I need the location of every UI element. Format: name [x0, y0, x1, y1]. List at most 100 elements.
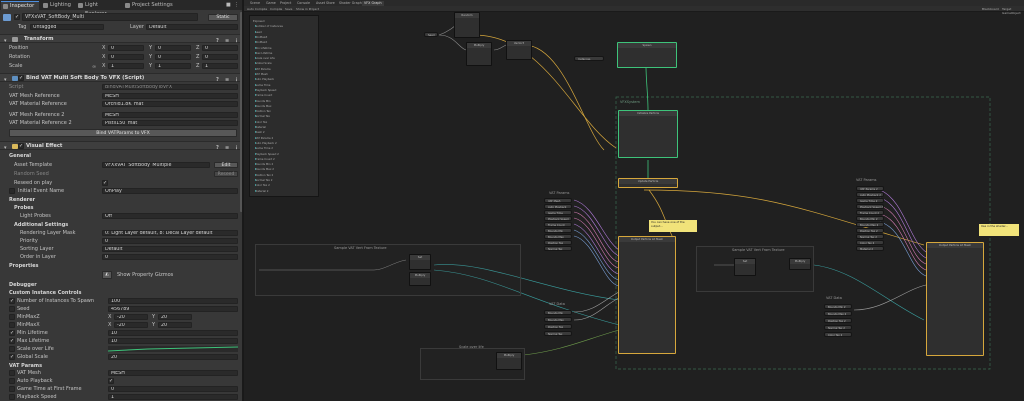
num-instances-override[interactable]	[9, 297, 15, 305]
property-pill[interactable]: Auto Playback	[544, 204, 572, 209]
scale-multiply-node[interactable]: Multiply	[496, 352, 522, 370]
playback-speed-field[interactable]: 1	[108, 394, 238, 400]
property-pill[interactable]: Bounds Max	[544, 317, 572, 322]
compile-button[interactable]: Compile	[270, 7, 282, 11]
property-pill[interactable]: Playback Speed	[544, 216, 572, 221]
blackboard-property[interactable]: Normal Tex	[255, 114, 317, 118]
custom-instance-controls-section[interactable]: Custom Instance Controls	[9, 289, 81, 297]
transform-header[interactable]: ▾ Transform ? ≡ ⋮	[0, 34, 242, 44]
vat-mesh-ref2-field[interactable]: MESH	[102, 112, 238, 118]
property-pill[interactable]: Auto Playback 2	[856, 192, 884, 197]
property-pill[interactable]: Frame Count 2	[856, 210, 884, 215]
minmaxz-y[interactable]: 20	[158, 314, 192, 320]
property-pill[interactable]: Frame Count	[544, 222, 572, 227]
property-pill[interactable]: Game Time	[544, 210, 572, 215]
playback-speed-override[interactable]	[9, 394, 15, 400]
renderer-section[interactable]: Renderer	[9, 196, 35, 204]
num-instances-field[interactable]: 100	[108, 298, 238, 304]
property-pill-seed[interactable]: Seed	[424, 32, 438, 37]
vat-mat-ref-field[interactable]: Orchid1.8K_mat	[102, 101, 238, 107]
blackboard-property[interactable]: Frame Count	[255, 93, 317, 97]
rotation-y[interactable]: 0	[155, 54, 191, 60]
rotation-z[interactable]: 0	[202, 54, 238, 60]
position-x[interactable]: 0	[108, 45, 144, 51]
vfx-enabled-checkbox[interactable]	[18, 142, 24, 151]
tab-light-explorer[interactable]: Light Explorer	[76, 1, 120, 17]
vat-mesh-field[interactable]: MESH	[108, 370, 238, 376]
reseed-on-play-checkbox[interactable]	[102, 179, 108, 187]
property-pill[interactable]: Bounds Min 2	[856, 216, 884, 221]
rotation-x[interactable]: 0	[108, 54, 144, 60]
debugger-section[interactable]: Debugger	[9, 281, 37, 289]
property-pill[interactable]: Position Tex	[544, 240, 572, 245]
minmaxx-y[interactable]: 20	[158, 322, 192, 328]
update-context-node[interactable]: Update Particle	[618, 178, 678, 188]
properties-section[interactable]: Properties	[9, 262, 38, 270]
active-checkbox[interactable]	[14, 13, 20, 21]
reseed-button[interactable]: Reseed	[214, 171, 238, 177]
sorting-layer-dropdown[interactable]: Default	[102, 246, 238, 252]
blackboard-property[interactable]: Bounds Min 2	[255, 162, 317, 166]
property-pill[interactable]: Normal Tex	[544, 331, 572, 336]
minmaxx-x[interactable]: -20	[114, 322, 148, 328]
game-time-field[interactable]: 0	[108, 386, 238, 392]
menu-icon[interactable]: ⋮	[234, 2, 239, 8]
property-pill[interactable]: VAT Params 2	[856, 186, 884, 191]
asset-template-field[interactable]: VFXxVAT_SoftBody_Multiple	[102, 162, 210, 168]
blackboard-property[interactable]: Mesh 2	[255, 130, 317, 134]
global-scale-field[interactable]: 20	[108, 354, 238, 360]
blackboard-property[interactable]: Bounds Min	[255, 99, 317, 103]
order-in-layer-field[interactable]: 0	[102, 254, 238, 260]
blackboard-property[interactable]: MinMaxZ	[255, 35, 317, 39]
minmaxx-override[interactable]	[9, 322, 15, 328]
position-y[interactable]: 0	[155, 45, 191, 51]
edit-button[interactable]: Edit	[214, 162, 238, 168]
sample-vat-group-left[interactable]	[255, 244, 521, 296]
property-pill[interactable]: Position Tex 2	[824, 318, 852, 323]
property-pill[interactable]: Normal Tex	[544, 246, 572, 251]
save-button[interactable]: Save	[285, 7, 292, 11]
initialize-context-node[interactable]: Initialize Particle	[618, 110, 678, 158]
blackboard-property[interactable]: Playback Speed	[255, 88, 317, 92]
blackboard-property[interactable]: Number of Instances	[255, 24, 317, 28]
auto-playback-override[interactable]	[9, 378, 15, 384]
sticky-note-2[interactable]: Use in the shader...	[979, 224, 1019, 236]
auto-compile-toggle[interactable]: Auto Compile	[247, 7, 267, 11]
vat-mesh-override[interactable]	[9, 370, 15, 376]
blackboard-property[interactable]: Bounds Max 2	[255, 167, 317, 171]
blackboard-property[interactable]: Game Time	[255, 83, 317, 87]
rendering-layer-mask-dropdown[interactable]: 0: Light Layer default, 8: Decal Layer d…	[102, 230, 238, 236]
script-enabled-checkbox[interactable]	[18, 74, 24, 83]
blackboard-property[interactable]: Position Tex	[255, 109, 317, 113]
blackboard-property[interactable]: VAT Params	[255, 67, 317, 71]
spawn-context-node[interactable]: Spawn	[617, 42, 677, 68]
property-pill[interactable]: Material 2	[856, 246, 884, 251]
scale-y[interactable]: 1	[155, 63, 191, 69]
property-pill[interactable]: Normal Tex 2	[824, 325, 852, 330]
blackboard-property[interactable]: Material	[255, 125, 317, 129]
blackboard-property[interactable]: Global Scale	[255, 61, 317, 65]
sample-node-right-a[interactable]: Set	[734, 258, 756, 276]
min-lifetime-override[interactable]	[9, 329, 15, 337]
blackboard-property[interactable]: Seed	[255, 30, 317, 34]
help-icon[interactable]: ?	[216, 144, 219, 153]
lock-icon[interactable]: ■	[226, 2, 231, 8]
blackboard-property[interactable]: VAT Mesh	[255, 72, 317, 76]
seed-field[interactable]: 456789	[108, 306, 238, 312]
blackboard-panel[interactable]: Exposed Number of Instances Seed MinMaxZ Min…	[249, 15, 319, 197]
property-pill[interactable]: Playback Speed 2	[856, 204, 884, 209]
max-lifetime-field[interactable]: 10	[108, 338, 238, 344]
property-pill[interactable]: Bounds Min 2	[824, 304, 852, 309]
object-name-field[interactable]: VFXxVAT_SoftBody_Multi	[22, 13, 198, 21]
property-pill[interactable]: Bounds Max 2	[856, 222, 884, 227]
gizmo-toggle-button[interactable]: ◭	[102, 271, 112, 279]
blackboard-property[interactable]: Auto Playback 2	[255, 141, 317, 145]
property-pill[interactable]: Normal Tex 2	[856, 234, 884, 239]
sample-node-right-b[interactable]: Multiply	[789, 258, 811, 270]
scale-z[interactable]: 1	[202, 63, 238, 69]
game-time-override[interactable]	[9, 386, 15, 392]
blackboard-property[interactable]: Scale over Life	[255, 56, 317, 60]
blackboard-toggle[interactable]: Blackboard	[982, 7, 999, 11]
blackboard-property[interactable]: Auto Playback	[255, 77, 317, 81]
sample-node-left-a[interactable]: Set	[409, 254, 431, 270]
